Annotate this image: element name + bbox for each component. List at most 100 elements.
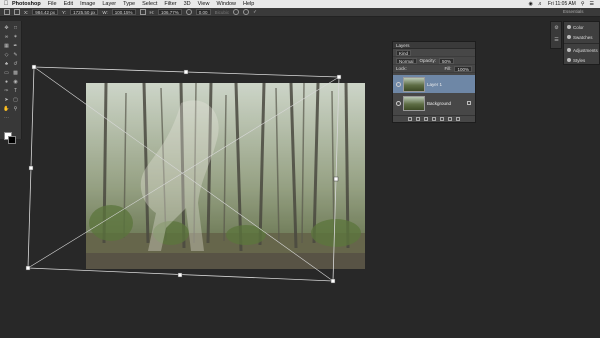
move-tool-icon[interactable] bbox=[4, 9, 10, 15]
width-field[interactable]: 100.15% bbox=[111, 9, 136, 15]
layer-item[interactable]: Background bbox=[393, 94, 475, 112]
menu-filter[interactable]: Filter bbox=[164, 1, 176, 7]
menu-photoshop[interactable]: Photoshop bbox=[12, 1, 41, 7]
adjustment-icon[interactable] bbox=[432, 117, 436, 121]
shape-tool-icon[interactable]: ▢ bbox=[12, 97, 19, 104]
cancel-icon[interactable] bbox=[243, 9, 250, 15]
fx-icon[interactable] bbox=[416, 117, 420, 121]
path-select-tool-icon[interactable]: ➤ bbox=[3, 97, 10, 104]
marquee-tool-icon[interactable]: □ bbox=[12, 25, 19, 32]
color-panel-tab[interactable]: Color bbox=[564, 22, 599, 32]
zoom-tool-icon[interactable]: ⚲ bbox=[12, 106, 19, 113]
swatches-panel-tab[interactable]: Swatches bbox=[564, 32, 599, 42]
mask-icon[interactable] bbox=[424, 117, 428, 121]
pen-tool-icon[interactable]: ✑ bbox=[3, 88, 10, 95]
filter-kind-label: Kind bbox=[399, 50, 409, 56]
visibility-eye-icon[interactable] bbox=[396, 100, 401, 106]
styles-panel-tab[interactable]: Styles bbox=[564, 55, 599, 65]
eyedropper-tool-icon[interactable]: ✒ bbox=[12, 43, 19, 50]
y-label: Y: bbox=[62, 9, 67, 15]
apple-menu-icon[interactable]:  bbox=[0, 1, 12, 7]
adjustments-label: Adjustments bbox=[573, 47, 598, 53]
x-label: X: bbox=[24, 9, 29, 15]
menu-layer[interactable]: Layer bbox=[102, 1, 116, 7]
volume-icon[interactable]: ♬ bbox=[538, 1, 543, 7]
h-label: H: bbox=[149, 9, 155, 15]
styles-icon bbox=[567, 58, 571, 62]
menu-window[interactable]: Window bbox=[216, 1, 236, 7]
menubar-status: ◉ ♬ Fri 11:05 AM ⚲ ☰ bbox=[528, 1, 600, 7]
x-field[interactable]: 984.42 px bbox=[32, 9, 59, 15]
healing-brush-tool-icon[interactable]: ◇ bbox=[3, 52, 10, 59]
menu-select[interactable]: Select bbox=[142, 1, 157, 7]
gradient-tool-icon[interactable]: ▩ bbox=[12, 70, 19, 77]
crop-tool-icon[interactable]: ▦ bbox=[3, 43, 10, 50]
trash-icon[interactable] bbox=[456, 117, 460, 121]
collapsed-panel-strip: ⚙ ☰ bbox=[550, 21, 562, 49]
layer-item[interactable]: Layer 1 bbox=[393, 75, 475, 93]
move-tool-icon[interactable]: ✥ bbox=[3, 25, 10, 32]
blend-mode-select[interactable]: Normal bbox=[396, 57, 417, 64]
search-icon[interactable]: ⚲ bbox=[581, 1, 585, 7]
lasso-tool-icon[interactable]: ∞ bbox=[3, 34, 10, 41]
link-icon[interactable] bbox=[139, 9, 146, 15]
brush-tool-icon[interactable]: ✎ bbox=[12, 52, 19, 59]
background-color-swatch[interactable] bbox=[8, 136, 16, 144]
clone-stamp-tool-icon[interactable]: ♣ bbox=[3, 61, 10, 68]
group-icon[interactable] bbox=[440, 117, 444, 121]
swatches-icon bbox=[567, 35, 571, 39]
lock-row: Lock: Fill: 100% bbox=[393, 65, 475, 73]
commit-icon[interactable]: ✓ bbox=[253, 9, 257, 15]
menu-type[interactable]: Type bbox=[123, 1, 135, 7]
wifi-icon[interactable]: ◉ bbox=[528, 1, 532, 7]
new-layer-icon[interactable] bbox=[448, 117, 452, 121]
reference-point-icon[interactable] bbox=[14, 9, 20, 15]
adjustments-panel-tab[interactable]: Adjustments bbox=[564, 45, 599, 55]
fill-field[interactable]: 100% bbox=[454, 65, 472, 72]
layers-panel: Layers Kind Normal Opacity: 50% Lock: Fi… bbox=[392, 41, 476, 123]
clock[interactable]: Fri 11:05 AM bbox=[548, 1, 576, 7]
menu-list-icon[interactable]: ☰ bbox=[590, 1, 594, 7]
swatches-label: Swatches bbox=[573, 34, 593, 40]
eraser-tool-icon[interactable]: ▭ bbox=[3, 70, 10, 77]
styles-label: Styles bbox=[573, 57, 586, 63]
layers-filter-row: Kind bbox=[393, 49, 475, 57]
w-label: W: bbox=[102, 9, 108, 15]
right-panel-dock: Color Swatches Adjustments Styles bbox=[563, 21, 600, 65]
filter-kind-select[interactable]: Kind bbox=[396, 49, 412, 56]
canvas-image[interactable] bbox=[86, 83, 365, 269]
hand-tool-icon[interactable]: ✋ bbox=[3, 106, 10, 113]
layers-tab[interactable]: Layers bbox=[393, 42, 475, 49]
opacity-label: Opacity: bbox=[419, 58, 437, 63]
warp-icon[interactable] bbox=[233, 9, 240, 15]
quick-select-tool-icon[interactable]: ✶ bbox=[12, 34, 19, 41]
rotate-icon bbox=[185, 9, 192, 15]
menu-image[interactable]: Image bbox=[80, 1, 95, 7]
history-brush-tool-icon[interactable]: ↺ bbox=[12, 61, 19, 68]
options-bar: X: 984.42 px Y: 1725.50 px W: 100.15% H:… bbox=[0, 8, 600, 17]
layer-thumbnail bbox=[403, 76, 425, 92]
angle-field[interactable]: 0.00 bbox=[195, 9, 211, 15]
menu-help[interactable]: Help bbox=[243, 1, 254, 7]
history-panel-icon[interactable]: ⚙ bbox=[553, 25, 560, 32]
dodge-tool-icon[interactable]: ◉ bbox=[12, 79, 19, 86]
menu-edit[interactable]: Edit bbox=[64, 1, 73, 7]
menu-file[interactable]: File bbox=[48, 1, 57, 7]
y-field[interactable]: 1725.50 px bbox=[70, 9, 99, 15]
opacity-field[interactable]: 50% bbox=[439, 57, 455, 64]
blend-row: Normal Opacity: 50% bbox=[393, 57, 475, 65]
link-layers-icon[interactable] bbox=[408, 117, 412, 121]
more-tools-icon[interactable]: ⋯ bbox=[3, 115, 10, 122]
blur-tool-icon[interactable]: ● bbox=[3, 79, 10, 86]
fill-label: Fill: bbox=[444, 66, 452, 71]
menu-3d[interactable]: 3D bbox=[184, 1, 191, 7]
properties-panel-icon[interactable]: ☰ bbox=[553, 37, 560, 44]
visibility-eye-icon[interactable] bbox=[396, 81, 401, 87]
color-label: Color bbox=[573, 24, 584, 30]
interpolation-select[interactable]: Bicubic bbox=[215, 10, 230, 15]
workspace-switcher[interactable]: Essentials bbox=[563, 9, 584, 14]
height-field[interactable]: 106.77% bbox=[158, 9, 182, 15]
type-tool-icon[interactable]: T bbox=[12, 88, 19, 95]
menu-bar:  Photoshop File Edit Image Layer Type S… bbox=[0, 0, 600, 8]
menu-view[interactable]: View bbox=[198, 1, 210, 7]
